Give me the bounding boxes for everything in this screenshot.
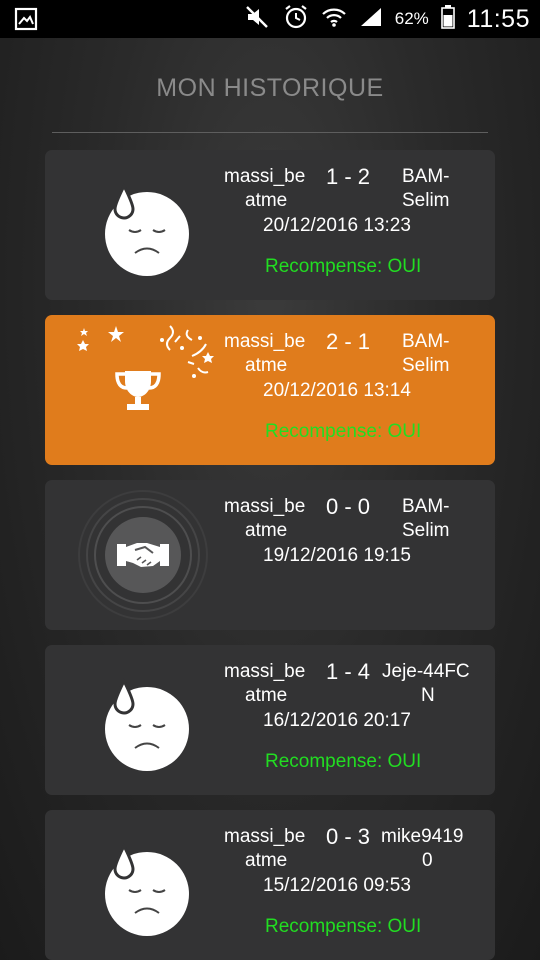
sad-face-icon xyxy=(97,673,197,773)
match-card[interactable]: massi_be atme 1 - 2 BAM- Selim 20/12/201… xyxy=(45,150,495,300)
alarm-icon xyxy=(283,4,309,35)
match-datetime: 20/12/2016 13:23 xyxy=(263,215,411,236)
gallery-icon xyxy=(14,7,38,36)
match-card[interactable]: massi_be atme 0 - 0 BAM- Selim 19/12/201… xyxy=(45,480,495,630)
battery-icon xyxy=(440,4,455,34)
mute-icon xyxy=(245,5,271,34)
opponent-name: Jeje-44FC xyxy=(382,661,470,682)
match-card[interactable]: massi_be atme 1 - 4 Jeje-44FC N 16/12/20… xyxy=(45,645,495,795)
title-divider xyxy=(52,132,488,133)
reward-status: Recompense: OUI xyxy=(265,256,422,277)
match-card[interactable]: massi_be atme 2 - 1 BAM- Selim 20/12/201… xyxy=(45,315,495,465)
player-name-cont: atme xyxy=(245,190,288,211)
match-score: 0 - 3 xyxy=(326,824,371,849)
match-datetime: 19/12/2016 19:15 xyxy=(263,545,411,566)
sad-face-icon xyxy=(97,178,197,278)
player-name-cont: atme xyxy=(245,520,288,541)
match-card[interactable]: massi_be atme 0 - 3 mike9419 0 15/12/201… xyxy=(45,810,495,960)
clock: 11:55 xyxy=(466,4,530,33)
opponent-name-cont: Selim xyxy=(402,190,450,211)
opponent-name: mike9419 xyxy=(381,826,464,847)
match-score: 1 - 4 xyxy=(326,659,371,684)
player-name: massi_be xyxy=(224,826,306,847)
player-name-cont: atme xyxy=(245,850,288,871)
opponent-name-cont: N xyxy=(421,685,435,706)
reward-status: Recompense: OUI xyxy=(265,421,422,442)
opponent-name-cont: Selim xyxy=(402,355,450,376)
match-datetime: 15/12/2016 09:53 xyxy=(263,875,411,896)
match-datetime: 20/12/2016 13:14 xyxy=(263,380,411,401)
opponent-name: BAM- xyxy=(402,166,450,187)
match-datetime: 16/12/2016 20:17 xyxy=(263,710,411,731)
reward-status: Recompense: OUI xyxy=(265,751,422,772)
opponent-name-cont: Selim xyxy=(402,520,450,541)
match-score: 1 - 2 xyxy=(326,164,371,189)
opponent-name: BAM- xyxy=(402,496,450,517)
player-name: massi_be xyxy=(224,331,306,352)
player-name: massi_be xyxy=(224,496,306,517)
match-score: 2 - 1 xyxy=(326,329,371,354)
sad-face-icon xyxy=(97,838,197,938)
reward-status: Recompense: OUI xyxy=(265,916,422,937)
battery-percentage: 62% xyxy=(394,9,429,28)
wifi-icon xyxy=(321,5,347,34)
handshake-icon xyxy=(75,490,211,620)
page-title: MON HISTORIQUE xyxy=(156,74,384,102)
status-bar: 62% 11:55 xyxy=(0,0,540,38)
player-name-cont: atme xyxy=(245,685,288,706)
trophy-icon xyxy=(113,365,163,415)
opponent-name-cont: 0 xyxy=(422,850,433,871)
match-score: 0 - 0 xyxy=(326,494,371,519)
signal-icon xyxy=(359,6,383,33)
player-name: massi_be xyxy=(224,166,306,187)
player-name: massi_be xyxy=(224,661,306,682)
player-name-cont: atme xyxy=(245,355,288,376)
opponent-name: BAM- xyxy=(402,331,450,352)
